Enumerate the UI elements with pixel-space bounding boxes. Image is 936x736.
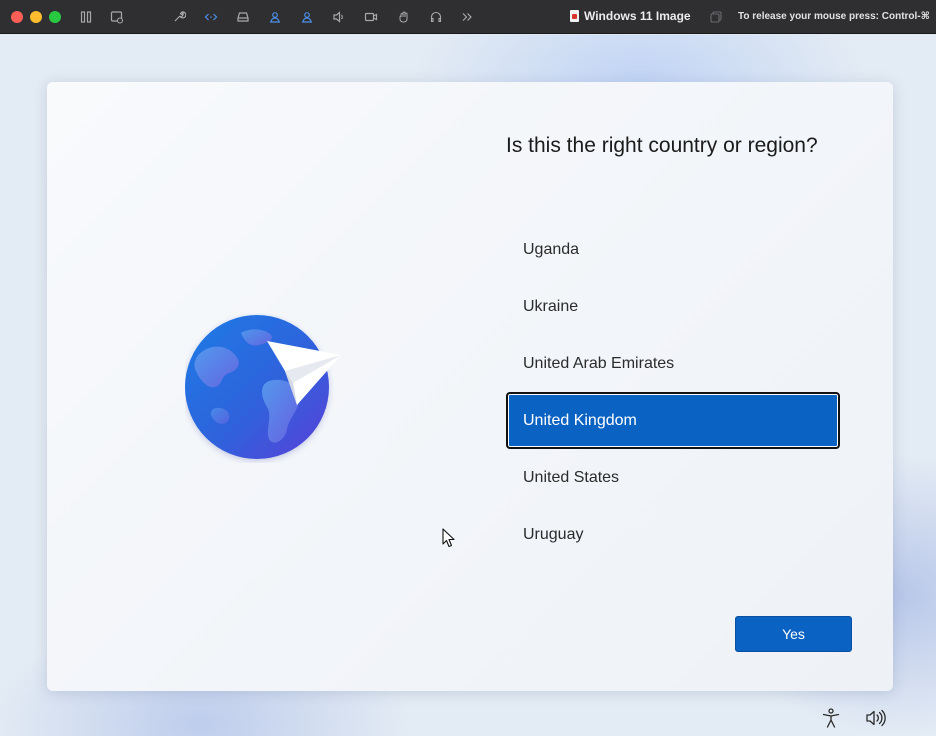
country-option-uruguay[interactable]: Uruguay xyxy=(506,506,840,563)
snapshot-icon[interactable] xyxy=(109,8,125,26)
settings-wrench-icon[interactable] xyxy=(171,8,187,26)
globe-illustration-icon xyxy=(185,313,345,463)
accessibility-icon[interactable] xyxy=(820,707,842,729)
vm-title: Windows 11 Image xyxy=(570,9,691,23)
more-chevron-icon[interactable] xyxy=(459,8,475,26)
country-option-ukraine[interactable]: Ukraine xyxy=(506,278,840,335)
release-mouse-hint: To release your mouse press: Control-⌘ xyxy=(738,11,930,22)
country-option-uganda[interactable]: Uganda xyxy=(506,221,840,278)
copy-icon[interactable] xyxy=(708,8,724,26)
speaker-icon[interactable] xyxy=(331,8,347,26)
headphones-icon[interactable] xyxy=(428,8,444,26)
user-share-icon[interactable] xyxy=(267,8,283,26)
country-list: Uganda Ukraine United Arab Emirates Unit… xyxy=(506,221,840,563)
volume-icon[interactable] xyxy=(864,707,886,729)
mouse-icon[interactable] xyxy=(396,8,412,26)
document-icon xyxy=(570,10,579,22)
page-title: Is this the right country or region? xyxy=(506,134,818,157)
country-option-united-states[interactable]: United States xyxy=(506,449,840,506)
vm-title-text: Windows 11 Image xyxy=(584,9,691,23)
camera-icon[interactable] xyxy=(363,8,379,26)
user-share-alt-icon[interactable] xyxy=(299,8,315,26)
yes-button[interactable]: Yes xyxy=(735,616,852,652)
window-close-button[interactable] xyxy=(11,11,23,23)
country-option-united-arab-emirates[interactable]: United Arab Emirates xyxy=(506,335,840,392)
mouse-cursor-icon xyxy=(442,528,456,548)
code-icon[interactable] xyxy=(203,8,219,26)
window-maximize-button[interactable] xyxy=(49,11,61,23)
drive-icon[interactable] xyxy=(235,8,251,26)
country-option-united-kingdom[interactable]: United Kingdom xyxy=(506,392,840,449)
pause-icon[interactable] xyxy=(78,8,94,26)
window-minimize-button[interactable] xyxy=(30,11,42,23)
vm-toolbar: Windows 11 Image To release your mouse p… xyxy=(0,0,936,34)
